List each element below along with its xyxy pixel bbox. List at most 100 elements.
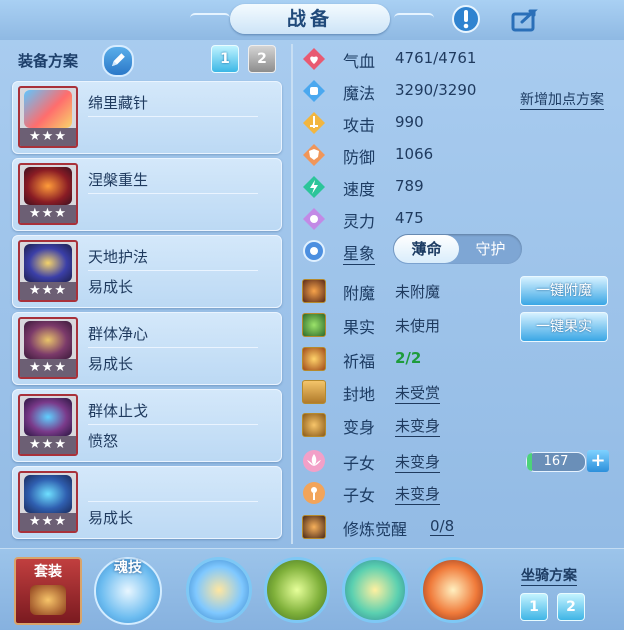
equip-stars: ★★★ xyxy=(20,359,76,377)
equip-card[interactable]: ★★★ 易成长 xyxy=(12,466,282,539)
extra-row-child-2: 子女 未变身 xyxy=(296,478,624,508)
extra-label: 子女 xyxy=(343,486,376,505)
equip-slot: ★★★ xyxy=(18,394,78,456)
equip-card[interactable]: ★★★ 群体净心 易成长 xyxy=(12,312,282,385)
transform-icon xyxy=(302,413,326,437)
one-click-enchant-button[interactable]: 一键附魔 xyxy=(520,276,608,306)
extra-label: 子女 xyxy=(343,454,376,473)
star-option-selected[interactable]: 薄命 xyxy=(394,235,459,263)
heart-icon xyxy=(303,48,325,70)
extra-value[interactable]: 未受赏 xyxy=(395,382,441,404)
star-option[interactable]: 守护 xyxy=(459,234,522,264)
star-label[interactable]: 星象 xyxy=(343,240,376,265)
equip-tab-2[interactable]: 2 xyxy=(248,45,276,73)
extra-label: 祈福 xyxy=(343,352,376,371)
set-button[interactable]: 套装 xyxy=(14,557,82,625)
extra-value[interactable]: 未变身 xyxy=(395,483,441,505)
column-divider xyxy=(291,44,293,544)
extra-value[interactable]: 未变身 xyxy=(395,415,441,437)
stats-section: 气血 4761/4761 新增加点方案 魔法 3290/3290 攻击 990 … xyxy=(296,40,624,550)
mana-icon xyxy=(303,80,325,102)
extra-value: 未附魔 xyxy=(395,283,441,301)
fief-icon xyxy=(302,380,326,404)
truce-equip-icon xyxy=(24,398,72,436)
extra-label: 附魔 xyxy=(343,284,376,303)
stat-label: 气血 xyxy=(343,52,376,71)
card-divider xyxy=(88,424,258,425)
stat-label: 速度 xyxy=(343,180,376,199)
battle-prep-panel: 战备 装备方案 1 2 ★★★ 绵里藏针 ★★★ 涅槃重生 ★★★ 天地护法 易… xyxy=(0,0,624,630)
equip-name: 天地护法 xyxy=(88,248,149,266)
mount-tab-1[interactable]: 1 xyxy=(520,593,548,621)
title-ornament-right xyxy=(394,13,434,23)
skill-slot-1[interactable] xyxy=(186,557,252,623)
stat-row-speed: 速度 789 xyxy=(296,172,624,202)
needle-equip-icon xyxy=(24,90,72,128)
star-toggle[interactable]: 薄命 守护 xyxy=(393,234,522,264)
one-click-fruit-button[interactable]: 一键果实 xyxy=(520,312,608,342)
extra-row-cultivation: 修炼觉醒 0/8 xyxy=(296,512,624,542)
card-divider xyxy=(88,116,258,117)
bottom-bar: 套装 魂技 坐骑方案 1 2 xyxy=(0,548,624,630)
extra-label: 封地 xyxy=(343,385,376,404)
skill-slot-2[interactable] xyxy=(264,557,330,623)
guardian-equip-icon xyxy=(24,244,72,282)
soul-skill-label: 魂技 xyxy=(114,560,142,576)
mount-tab-2[interactable]: 2 xyxy=(557,593,585,621)
equip-stars: ★★★ xyxy=(20,205,76,223)
plus-button[interactable]: + xyxy=(587,450,609,472)
equip-tab-1[interactable]: 1 xyxy=(211,45,239,73)
rebirth-equip-icon xyxy=(24,167,72,205)
extra-value[interactable]: 0/8 xyxy=(430,517,455,536)
enchant-icon xyxy=(302,279,326,303)
card-divider xyxy=(88,347,258,348)
speed-icon xyxy=(303,176,325,198)
equip-slot: ★★★ xyxy=(18,471,78,533)
info-icon[interactable] xyxy=(451,4,481,34)
extra-row-blessing: 祈福 2/2 xyxy=(296,344,624,374)
equip-card[interactable]: ★★★ 群体止戈 愤怒 xyxy=(12,389,282,462)
lotus-icon xyxy=(303,450,325,472)
extra-label: 修炼觉醒 xyxy=(343,520,408,539)
equip-stars: ★★★ xyxy=(20,436,76,454)
sword-icon xyxy=(303,112,325,134)
stat-value: 4761/4761 xyxy=(395,49,477,67)
soul-skill-button[interactable]: 魂技 xyxy=(94,557,162,625)
mount-scheme-label[interactable]: 坐骑方案 xyxy=(521,565,577,586)
stat-label: 防御 xyxy=(343,148,376,167)
stat-value: 1066 xyxy=(395,145,434,163)
share-icon[interactable] xyxy=(510,4,540,34)
equip-sub: 易成长 xyxy=(88,278,134,296)
equip-sub: 易成长 xyxy=(88,509,134,527)
stat-value: 3290/3290 xyxy=(395,81,477,99)
star-icon xyxy=(303,240,325,262)
purify-equip-icon xyxy=(24,321,72,359)
extra-value[interactable]: 未变身 xyxy=(395,451,441,473)
extra-value: 2/2 xyxy=(395,349,422,367)
skill-slot-3[interactable] xyxy=(342,557,408,623)
extra-label: 变身 xyxy=(343,418,376,437)
equip-card[interactable]: ★★★ 天地护法 易成长 xyxy=(12,235,282,308)
equip-stars: ★★★ xyxy=(20,513,76,531)
stat-label: 灵力 xyxy=(343,212,376,231)
spirit-icon xyxy=(303,208,325,230)
skill-slot-4[interactable] xyxy=(420,557,486,623)
stat-value: 789 xyxy=(395,177,424,195)
equip-name: 涅槃重生 xyxy=(88,171,149,189)
stat-row-attack: 攻击 990 xyxy=(296,108,624,138)
fruit-icon xyxy=(302,313,326,337)
edit-scheme-button[interactable] xyxy=(102,45,134,77)
cultivation-icon xyxy=(302,515,326,539)
equip-slot: ★★★ xyxy=(18,317,78,379)
extra-row-transform: 变身 未变身 xyxy=(296,410,624,440)
equip-card[interactable]: ★★★ 绵里藏针 xyxy=(12,81,282,154)
set-label: 套装 xyxy=(34,564,62,580)
equip-sub: 愤怒 xyxy=(88,432,119,450)
child-progress-value: 167 xyxy=(543,454,569,469)
stat-row-hp: 气血 4761/4761 xyxy=(296,44,624,74)
stat-value: 990 xyxy=(395,113,424,131)
equip-card[interactable]: ★★★ 涅槃重生 xyxy=(12,158,282,231)
stat-row-spirit: 灵力 475 xyxy=(296,204,624,234)
equip-sub: 易成长 xyxy=(88,355,134,373)
child-progress-bar: 167 xyxy=(526,452,586,472)
